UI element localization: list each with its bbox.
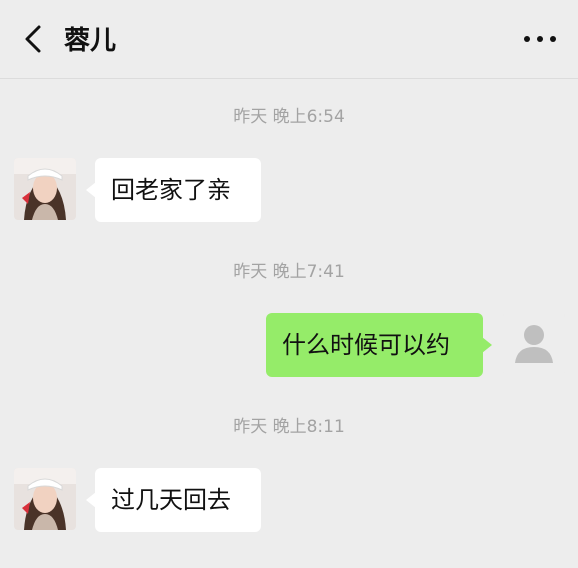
message-bubble-incoming[interactable]: 过几天回去: [86, 468, 261, 532]
timestamp: 昨天 晚上7:41: [233, 262, 345, 282]
message-bubble-incoming[interactable]: 回老家了亲: [86, 158, 261, 222]
contact-avatar[interactable]: [14, 468, 76, 530]
message-text: 回老家了亲: [111, 176, 231, 204]
chevron-left-icon[interactable]: [18, 22, 52, 56]
message-text: 什么时候可以约: [282, 331, 450, 359]
chat-screen: 蓉儿 昨天 晚上6:54 回老家了亲 昨天 晚上7:41 什么时候可以约 昨天 …: [0, 0, 578, 568]
message-text: 过几天回去: [111, 486, 231, 514]
chat-header: 蓉儿: [0, 0, 578, 79]
timestamp: 昨天 晚上6:54: [233, 107, 345, 127]
message-bubble-outgoing[interactable]: 什么时候可以约: [266, 313, 492, 377]
chat-title: 蓉儿: [64, 26, 117, 56]
timestamp: 昨天 晚上8:11: [233, 417, 345, 437]
my-avatar[interactable]: [503, 313, 565, 375]
more-horizontal-icon[interactable]: [522, 22, 558, 56]
user-placeholder-icon: [503, 313, 565, 375]
contact-avatar[interactable]: [14, 158, 76, 220]
